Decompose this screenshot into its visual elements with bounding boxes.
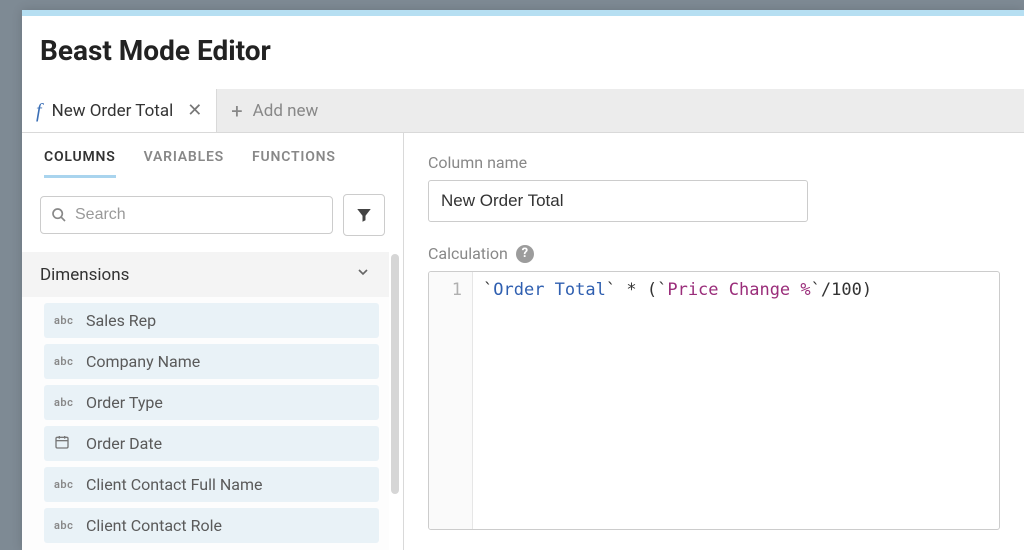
line-number: 1: [433, 280, 462, 300]
tab-active-calculation[interactable]: f New Order Total ✕: [22, 89, 217, 132]
beast-mode-modal: Beast Mode Editor f New Order Total ✕ + …: [22, 10, 1024, 550]
field-chip[interactable]: abc Client Contact Full Name: [44, 467, 379, 502]
chevron-down-icon: [355, 264, 371, 285]
sidebar-tab-functions[interactable]: FUNCTIONS: [252, 149, 336, 178]
field-chip[interactable]: abc Order Type: [44, 385, 379, 420]
code-token: 100: [831, 280, 862, 300]
code-token: `: [657, 280, 667, 300]
code-token: Price Change %: [667, 280, 810, 300]
field-list-container: Dimensions abc Sales Rep abc Company Nam…: [22, 252, 403, 550]
field-label: Order Date: [86, 434, 162, 453]
tab-label: New Order Total: [52, 101, 174, 121]
main-panel: Column name Calculation ? 1 `Order Total…: [404, 133, 1024, 550]
code-token: *: [626, 280, 636, 300]
plus-icon: +: [231, 101, 242, 121]
field-label: Company Name: [86, 352, 200, 371]
code-token: [637, 280, 647, 300]
sidebar-tab-columns[interactable]: COLUMNS: [44, 149, 116, 178]
calculation-label-text: Calculation: [428, 244, 508, 263]
text-type-icon: abc: [54, 478, 76, 491]
sidebar-tabs: COLUMNS VARIABLES FUNCTIONS: [22, 133, 403, 178]
sidebar-tab-variables[interactable]: VARIABLES: [144, 149, 224, 178]
code-token: ): [862, 280, 872, 300]
text-type-icon: abc: [54, 355, 76, 368]
filter-button[interactable]: [343, 194, 385, 236]
close-icon[interactable]: ✕: [183, 100, 202, 121]
search-row: [22, 178, 403, 252]
field-chip[interactable]: Order Date: [44, 426, 379, 461]
section-dimensions[interactable]: Dimensions: [22, 252, 389, 297]
field-chip[interactable]: abc Client Contact Role: [44, 508, 379, 543]
text-type-icon: abc: [54, 314, 76, 327]
tab-bar: f New Order Total ✕ + Add new: [22, 89, 1024, 133]
calculation-editor[interactable]: 1 `Order Total` * (`Price Change %`/100): [428, 271, 1000, 530]
field-label: Order Type: [86, 393, 163, 412]
field-list: abc Sales Rep abc Company Name abc Order…: [22, 297, 389, 550]
code-token: (: [647, 280, 657, 300]
text-type-icon: abc: [54, 396, 76, 409]
code-token: `: [811, 280, 821, 300]
function-icon: f: [36, 101, 42, 121]
tab-add-new[interactable]: + Add new: [217, 89, 332, 132]
section-title: Dimensions: [40, 265, 129, 285]
filter-icon: [355, 206, 373, 224]
scrollbar[interactable]: [391, 254, 399, 494]
sidebar: COLUMNS VARIABLES FUNCTIONS Dimensions: [22, 133, 404, 550]
search-box: [40, 196, 333, 234]
column-name-label: Column name: [428, 153, 1000, 172]
code-token: Order Total: [493, 280, 606, 300]
column-name-input[interactable]: [428, 180, 808, 222]
code-token: `: [483, 280, 493, 300]
search-input[interactable]: [75, 206, 322, 224]
code-token: /: [821, 280, 831, 300]
field-chip[interactable]: abc Sales Rep: [44, 303, 379, 338]
calculation-label: Calculation ?: [428, 244, 1000, 263]
add-new-label: Add new: [253, 101, 319, 121]
workspace: COLUMNS VARIABLES FUNCTIONS Dimensions: [22, 133, 1024, 550]
help-icon[interactable]: ?: [516, 245, 534, 263]
field-label: Client Contact Full Name: [86, 475, 262, 494]
text-type-icon: abc: [54, 519, 76, 532]
modal-title: Beast Mode Editor: [22, 16, 1024, 89]
line-number-gutter: 1: [429, 272, 473, 529]
field-chip[interactable]: abc Company Name: [44, 344, 379, 379]
field-label: Sales Rep: [86, 311, 156, 330]
date-type-icon: [54, 434, 76, 453]
code-token: [616, 280, 626, 300]
code-token: `: [606, 280, 616, 300]
field-label: Client Contact Role: [86, 516, 222, 535]
search-icon: [51, 207, 67, 223]
code-area[interactable]: `Order Total` * (`Price Change %`/100): [473, 272, 882, 529]
